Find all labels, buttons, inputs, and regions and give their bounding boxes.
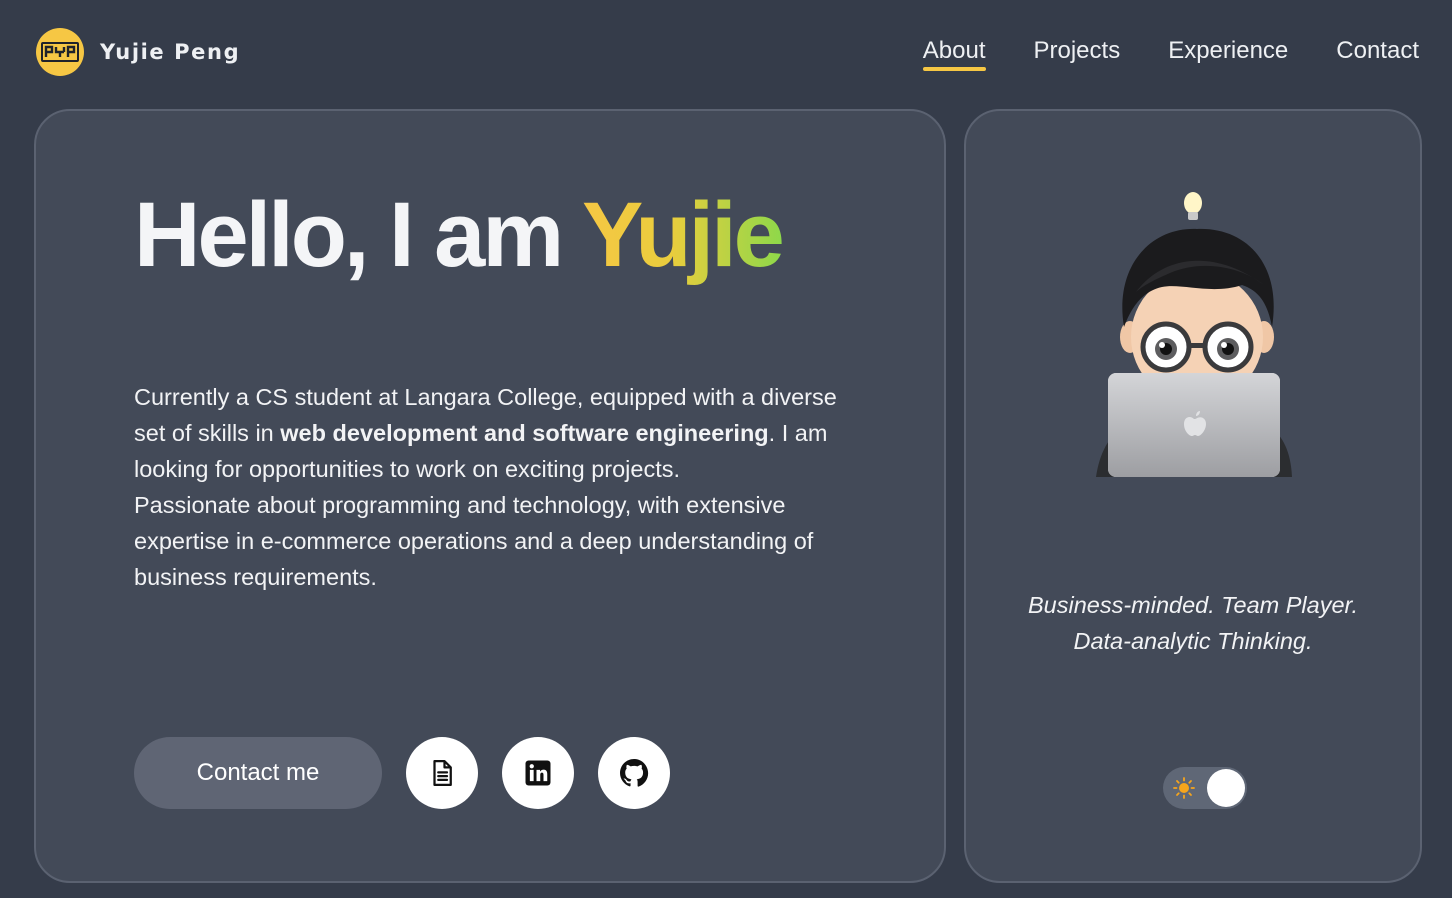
hero-greeting: Hello, I am — [134, 184, 583, 286]
logo-monogram-icon — [41, 42, 79, 62]
memoji-avatar — [1096, 192, 1292, 477]
main-nav: About Projects Experience Contact — [922, 37, 1419, 71]
tagline-line-1: Business-minded. Team Player. — [1027, 592, 1359, 618]
nav-about[interactable]: About — [922, 37, 986, 71]
toggle-knob[interactable] — [1207, 769, 1245, 807]
sun-icon — [1173, 777, 1195, 799]
profile-card: Business-minded. Team Player. Data-analy… — [964, 109, 1422, 883]
github-icon — [620, 759, 649, 787]
contact-me-button[interactable]: Contact me — [134, 737, 382, 809]
bio-p1-bold: web development and software engineering — [280, 420, 769, 446]
lightbulb-icon — [1184, 192, 1202, 220]
site-name[interactable]: Yujie Peng — [100, 40, 240, 64]
github-button[interactable] — [598, 737, 670, 809]
bio-p2: Passionate about programming and technol… — [134, 492, 814, 590]
linkedin-button[interactable] — [502, 737, 574, 809]
intro-card: Hello, I am Yujie Currently a CS student… — [34, 109, 946, 883]
linkedin-icon — [525, 760, 551, 786]
resume-button[interactable] — [406, 737, 478, 809]
tagline: Business-minded. Team Player. Data-analy… — [966, 587, 1420, 659]
nav-projects[interactable]: Projects — [1034, 37, 1121, 69]
hero-name: Yujie — [582, 184, 785, 286]
logo-badge — [36, 28, 84, 76]
nav-contact[interactable]: Contact — [1336, 37, 1419, 69]
nav-experience[interactable]: Experience — [1168, 37, 1288, 69]
hero-title: Hello, I am Yujie — [134, 183, 785, 288]
site-logo[interactable]: Yujie Peng — [36, 28, 240, 76]
document-icon — [433, 760, 452, 786]
tagline-line-2: Data-analytic Thinking. — [1073, 628, 1313, 654]
bio-text: Currently a CS student at Langara Colleg… — [134, 379, 864, 595]
theme-toggle[interactable] — [1163, 767, 1247, 809]
